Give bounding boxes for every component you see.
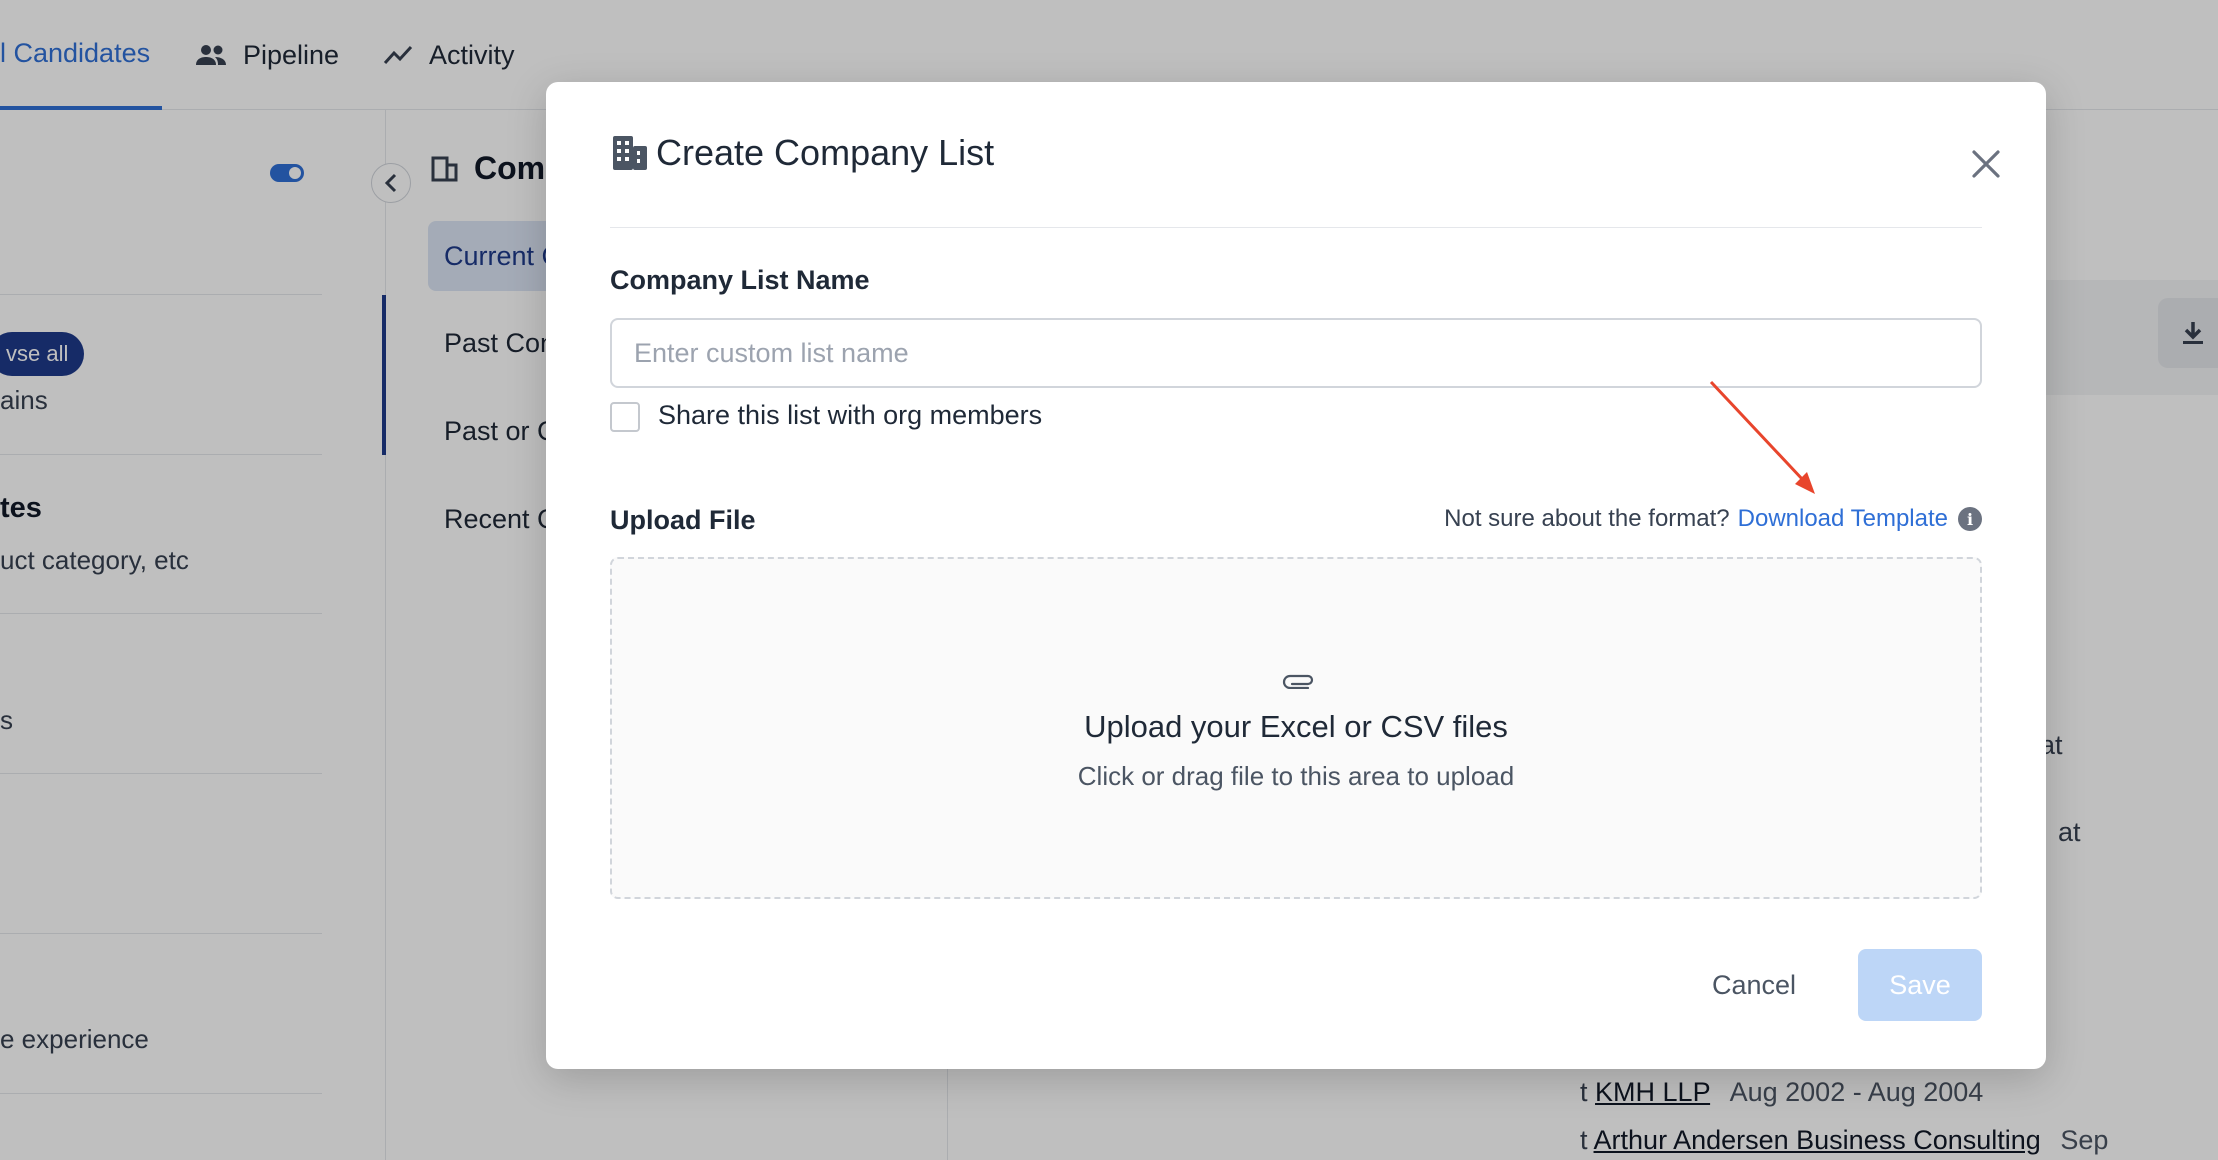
paperclip-icon [1282, 674, 1314, 689]
dropzone-subtitle: Click or drag file to this area to uploa… [1077, 761, 1515, 791]
modal-header: Create Company List [610, 132, 994, 174]
modal-title: Create Company List [656, 132, 995, 173]
create-company-list-modal: Create Company List Company List Name Sh… [546, 82, 2046, 1069]
buildings-icon [613, 136, 647, 170]
info-icon[interactable]: i [1958, 507, 1982, 531]
list-name-input[interactable] [610, 318, 1982, 388]
close-icon [1972, 150, 2000, 178]
modal-divider [610, 227, 1982, 228]
format-hint: Not sure about the format? Download Temp… [1444, 505, 1982, 533]
list-name-label: Company List Name [610, 265, 870, 295]
file-dropzone[interactable]: Upload your Excel or CSV files Click or … [610, 557, 1982, 899]
save-button[interactable]: Save [1858, 949, 1982, 1021]
close-button[interactable] [1964, 142, 2008, 186]
upload-file-label: Upload File [610, 505, 756, 535]
download-template-link[interactable]: Download Template [1738, 505, 1948, 533]
dropzone-title: Upload your Excel or CSV files [1084, 709, 1508, 744]
format-hint-text: Not sure about the format? [1444, 505, 1730, 532]
share-checkbox-label: Share this list with org members [658, 400, 1043, 430]
cancel-button[interactable]: Cancel [1686, 949, 1822, 1021]
share-checkbox[interactable] [610, 402, 640, 432]
